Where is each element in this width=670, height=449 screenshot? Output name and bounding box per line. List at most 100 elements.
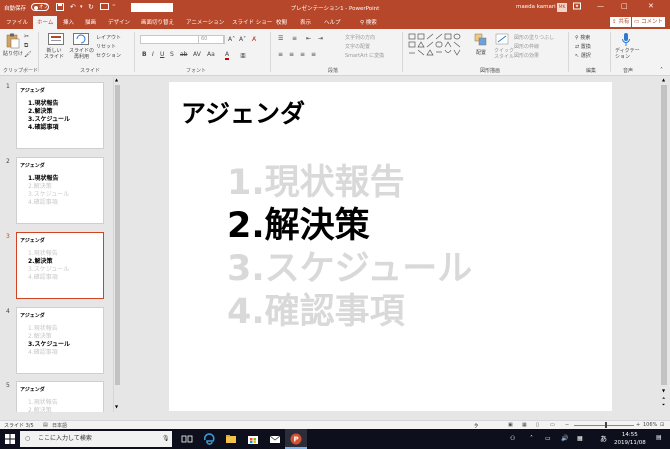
slide-thumbnail-2[interactable]: アジェンダ 1.現状報告 2.解決策 3.スケジュール 4.確認事項	[16, 157, 104, 224]
agenda-item-4[interactable]: 4.確認事項	[227, 283, 405, 334]
underline-icon[interactable]: U	[160, 51, 164, 58]
zoom-in-icon[interactable]: +	[636, 422, 640, 428]
shadow-icon[interactable]: S	[170, 51, 174, 58]
text-align-button[interactable]: 文字の配置	[345, 43, 370, 50]
layout-button[interactable]: レイアウト	[96, 34, 121, 41]
font-color-icon[interactable]: A	[225, 51, 230, 60]
text-direction-button[interactable]: 文字列の方向	[345, 34, 375, 41]
scrollbar-thumb[interactable]	[661, 85, 667, 385]
quick-styles-icon[interactable]	[495, 33, 509, 48]
copy-icon[interactable]: ⧉	[24, 42, 28, 50]
tab-transitions[interactable]: 画面切り替え	[141, 18, 174, 26]
zoom-slider-handle[interactable]	[605, 422, 607, 428]
section-button[interactable]: セクション	[96, 52, 121, 59]
grow-font-icon[interactable]: A˄	[228, 36, 235, 43]
microphone-icon[interactable]	[621, 32, 631, 49]
maximize-button[interactable]: □	[621, 2, 628, 10]
shape-outline-button[interactable]: 図形の枠線	[514, 43, 539, 50]
slide-thumbnail-1[interactable]: アジェンダ 1.現状報告 2.解決策 3.スケジュール 4.確認事項	[16, 82, 104, 149]
shrink-font-icon[interactable]: A˅	[239, 36, 246, 43]
store-icon[interactable]	[247, 433, 259, 445]
reuse-slide-icon[interactable]	[73, 33, 89, 48]
tab-home[interactable]: ホーム	[33, 16, 58, 29]
slide-sorter-icon[interactable]: ▦	[522, 422, 527, 428]
scroll-down-icon[interactable]: ▼	[662, 388, 665, 393]
volume-icon[interactable]: 🔊	[561, 435, 568, 442]
numbering-icon[interactable]: ≡	[292, 35, 297, 42]
next-slide-icon[interactable]: ⏷	[662, 402, 665, 407]
shapes-gallery[interactable]	[408, 33, 466, 61]
spellcheck-icon[interactable]: ▤	[43, 422, 48, 428]
slide-thumbnail-4[interactable]: アジェンダ 1.現状報告 2.解決策 3.スケジュール 4.確認事項	[16, 307, 104, 374]
align-left-icon[interactable]: ≡	[278, 51, 283, 58]
decrease-indent-icon[interactable]: ⇤	[306, 35, 311, 42]
paste-icon[interactable]	[6, 33, 20, 51]
tab-design[interactable]: デザイン	[108, 18, 130, 26]
shape-fill-button[interactable]: 図形の塗りつぶし	[514, 34, 554, 41]
reset-button[interactable]: リセット	[96, 43, 116, 50]
previous-slide-icon[interactable]: ⏶	[662, 395, 665, 400]
edge-icon[interactable]	[203, 433, 215, 445]
ime-mode-icon[interactable]: ▦	[577, 435, 583, 442]
fit-to-window-icon[interactable]: ⊡	[660, 422, 664, 428]
align-right-icon[interactable]: ≡	[300, 51, 305, 58]
task-view-icon[interactable]	[181, 433, 193, 445]
slide-thumbnail-3[interactable]: アジェンダ 1.現状報告 2.解決策 3.スケジュール 4.確認事項	[16, 232, 104, 299]
tab-view[interactable]: 表示	[300, 18, 311, 26]
avatar[interactable]: MK	[557, 3, 567, 12]
slide-scrollbar[interactable]: ▲ ▼ ⏶ ⏷	[659, 77, 670, 412]
increase-indent-icon[interactable]: ⇥	[318, 35, 323, 42]
zoom-slider[interactable]	[574, 425, 634, 426]
tab-animations[interactable]: アニメーション	[186, 18, 224, 26]
arrange-icon[interactable]	[474, 33, 488, 48]
file-explorer-icon[interactable]	[225, 433, 237, 445]
notifications-icon[interactable]: ▤	[656, 434, 662, 441]
tab-draw[interactable]: 描画	[85, 18, 96, 26]
scroll-up-icon[interactable]: ▲	[115, 77, 118, 82]
thumbnail-scrollbar[interactable]: ▲ ▼	[113, 77, 120, 412]
scroll-up-icon[interactable]: ▲	[662, 77, 665, 82]
slide-title[interactable]: アジェンダ	[181, 94, 305, 130]
ribbon-display-options-icon[interactable]	[573, 2, 581, 12]
replace-button[interactable]: ⇄ 置換	[575, 43, 591, 50]
microphone-icon[interactable]: 🎙	[162, 431, 170, 447]
slide-thumbnail-5[interactable]: アジェンダ 1.現状報告 2.解決策	[16, 381, 104, 414]
ime-indicator[interactable]: あ	[600, 434, 607, 444]
smartart-button[interactable]: SmartArt に変換	[345, 52, 384, 59]
zoom-out-icon[interactable]: −	[565, 422, 569, 428]
comment-button[interactable]: ▭ コメント	[632, 17, 665, 27]
font-size-input[interactable]: 60	[198, 35, 224, 44]
strikethrough-icon[interactable]: ab	[180, 51, 188, 58]
collapse-ribbon-icon[interactable]: ˄	[660, 67, 663, 74]
close-button[interactable]: ✕	[648, 2, 654, 10]
change-case-icon[interactable]: Aa	[207, 51, 215, 58]
windows-start-icon[interactable]	[5, 434, 15, 446]
phonetic-guide-icon[interactable]: 亜	[240, 51, 246, 60]
align-center-icon[interactable]: ≡	[289, 51, 294, 58]
show-hidden-icons[interactable]: ˄	[530, 435, 533, 442]
bold-icon[interactable]: B	[142, 51, 147, 58]
format-painter-icon[interactable]: 🖌	[24, 51, 32, 58]
slideshow-view-icon[interactable]: ▭	[550, 422, 555, 428]
find-button[interactable]: ⚲ 検索	[575, 34, 590, 41]
powerpoint-taskbar-button[interactable]: P	[285, 429, 307, 449]
justify-icon[interactable]: ≡	[311, 51, 316, 58]
network-icon[interactable]: ▭	[545, 435, 551, 442]
zoom-level[interactable]: 106%	[643, 422, 657, 428]
scroll-down-icon[interactable]: ▼	[115, 404, 118, 409]
char-spacing-icon[interactable]: AV	[193, 51, 201, 58]
people-icon[interactable]: ⚇	[510, 435, 515, 442]
user-name[interactable]: maeda kamari	[516, 4, 556, 10]
tab-insert[interactable]: 挿入	[63, 18, 74, 26]
taskbar-search-input[interactable]: ○ ここに入力して検索 🎙	[20, 431, 172, 447]
bullets-icon[interactable]: ☰	[278, 35, 283, 42]
tab-slideshow[interactable]: スライド ショー	[232, 18, 272, 26]
tab-help[interactable]: ヘルプ	[324, 18, 341, 26]
language-indicator[interactable]: 日本語	[52, 422, 67, 429]
clear-format-icon[interactable]: A̸	[252, 36, 256, 43]
minimize-button[interactable]: —	[597, 2, 604, 10]
cut-icon[interactable]: ✂	[24, 33, 29, 40]
tab-file[interactable]: ファイル	[6, 18, 28, 26]
normal-view-icon[interactable]: ▣	[508, 422, 513, 428]
new-slide-icon[interactable]	[48, 33, 64, 48]
